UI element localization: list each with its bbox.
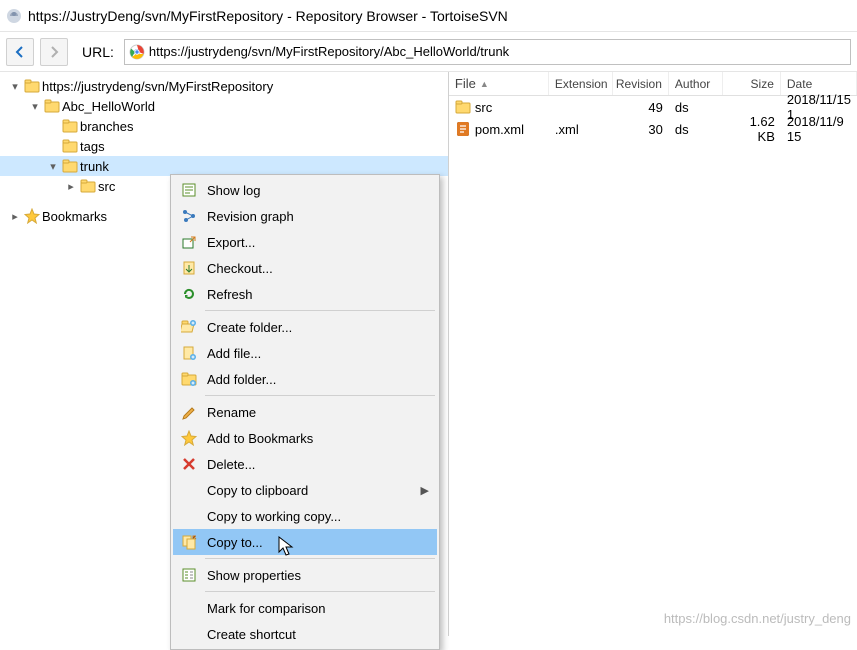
mi-add-bookmarks[interactable]: Add to Bookmarks <box>173 425 437 451</box>
col-ext[interactable]: Extension <box>549 72 613 95</box>
col-size[interactable]: Size <box>723 72 781 95</box>
mi-create-shortcut[interactable]: Create shortcut <box>173 621 437 647</box>
mi-copy-wc[interactable]: Copy to working copy... <box>173 503 437 529</box>
col-rev[interactable]: Revision <box>613 72 669 95</box>
mi-create-folder[interactable]: Create folder... <box>173 314 437 340</box>
sort-asc-icon: ▲ <box>480 79 489 89</box>
mi-show-log[interactable]: Show log <box>173 177 437 203</box>
watermark: https://blog.csdn.net/justry_deng <box>664 611 851 626</box>
chevron-down-icon[interactable]: ▾ <box>8 80 22 93</box>
mi-export[interactable]: Export... <box>173 229 437 255</box>
folder-icon <box>44 98 60 114</box>
back-button[interactable] <box>6 38 34 66</box>
mi-add-file[interactable]: Add file... <box>173 340 437 366</box>
tree-tags[interactable]: tags <box>0 136 448 156</box>
separator <box>205 558 435 559</box>
mi-mark-compare[interactable]: Mark for comparison <box>173 595 437 621</box>
add-file-icon <box>179 343 199 363</box>
properties-icon <box>179 565 199 585</box>
col-auth[interactable]: Author <box>669 72 723 95</box>
folder-icon <box>80 178 96 194</box>
toolbar: URL: <box>0 32 857 72</box>
submenu-arrow-icon: ▶ <box>421 484 429 497</box>
log-icon <box>179 180 199 200</box>
mi-show-props[interactable]: Show properties <box>173 562 437 588</box>
file-list[interactable]: File▲ Extension Revision Author Size Dat… <box>449 72 857 636</box>
tree-branches[interactable]: branches <box>0 116 448 136</box>
folder-icon <box>62 158 78 174</box>
tree-label: tags <box>80 139 105 154</box>
url-box[interactable] <box>124 39 851 65</box>
xml-file-icon <box>455 121 471 137</box>
url-input[interactable] <box>149 44 846 59</box>
add-folder-icon <box>179 369 199 389</box>
mi-revision-graph[interactable]: Revision graph <box>173 203 437 229</box>
export-icon <box>179 232 199 252</box>
tree-label: trunk <box>80 159 109 174</box>
folder-icon <box>455 99 471 115</box>
folder-icon <box>62 138 78 154</box>
separator <box>205 395 435 396</box>
forward-button[interactable] <box>40 38 68 66</box>
folder-icon <box>24 78 40 94</box>
chevron-right-icon[interactable]: ▸ <box>8 210 22 223</box>
checkout-icon <box>179 258 199 278</box>
star-icon <box>179 428 199 448</box>
tree-label: https://justrydeng/svn/MyFirstRepository <box>42 79 273 94</box>
tree-trunk[interactable]: ▾ trunk <box>0 156 448 176</box>
file-row[interactable]: pom.xml .xml 30 ds 1.62 KB 2018/11/9 15 <box>449 118 857 140</box>
tree-label: Bookmarks <box>42 209 107 224</box>
mi-copy-to[interactable]: Copy to... <box>173 529 437 555</box>
tree-root[interactable]: ▾ https://justrydeng/svn/MyFirstReposito… <box>0 76 448 96</box>
tree-label: src <box>98 179 115 194</box>
tree-project[interactable]: ▾ Abc_HelloWorld <box>0 96 448 116</box>
app-icon <box>6 8 22 24</box>
rename-icon <box>179 402 199 422</box>
mi-rename[interactable]: Rename <box>173 399 437 425</box>
chevron-down-icon[interactable]: ▾ <box>28 100 42 113</box>
chevron-down-icon[interactable]: ▾ <box>46 160 60 173</box>
chevron-right-icon[interactable]: ▸ <box>64 180 78 193</box>
copy-to-icon <box>179 532 199 552</box>
delete-icon <box>179 454 199 474</box>
separator <box>205 591 435 592</box>
folder-icon <box>62 118 78 134</box>
mi-add-folder[interactable]: Add folder... <box>173 366 437 392</box>
separator <box>205 310 435 311</box>
mi-refresh[interactable]: Refresh <box>173 281 437 307</box>
tree-label: Abc_HelloWorld <box>62 99 155 114</box>
context-menu[interactable]: Show log Revision graph Export... Checko… <box>170 174 440 650</box>
window-title: https://JustryDeng/svn/MyFirstRepository… <box>28 8 508 24</box>
mi-delete[interactable]: Delete... <box>173 451 437 477</box>
chrome-icon <box>129 44 145 60</box>
mi-copy-clipboard[interactable]: Copy to clipboard▶ <box>173 477 437 503</box>
new-folder-icon <box>179 317 199 337</box>
tree-label: branches <box>80 119 133 134</box>
refresh-icon <box>179 284 199 304</box>
titlebar: https://JustryDeng/svn/MyFirstRepository… <box>0 0 857 32</box>
url-label: URL: <box>82 44 114 60</box>
star-icon <box>24 208 40 224</box>
mi-checkout[interactable]: Checkout... <box>173 255 437 281</box>
col-file[interactable]: File▲ <box>449 72 549 95</box>
graph-icon <box>179 206 199 226</box>
